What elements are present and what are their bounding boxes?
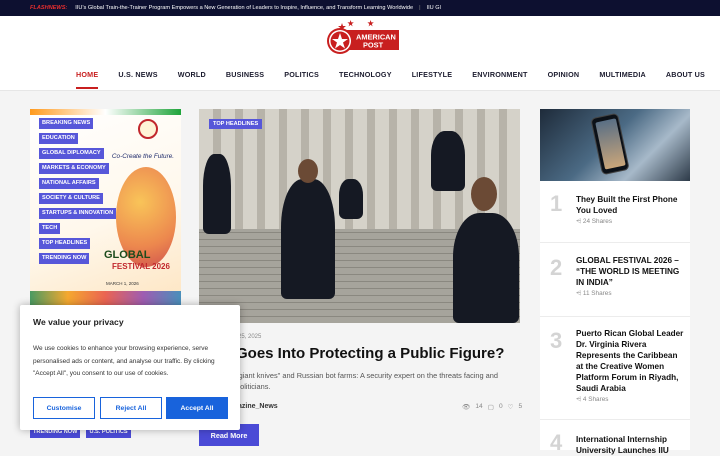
feature-author[interactable]: azine_News — [238, 403, 278, 410]
cookie-body: We use cookies to enhance your browsing … — [33, 345, 215, 377]
nav-about-us[interactable]: ABOUT US — [666, 70, 705, 89]
category-tag[interactable]: TRENDING NOW — [39, 253, 90, 264]
nav-environment[interactable]: ENVIRONMENT — [472, 70, 527, 89]
category-tag[interactable]: TECH — [39, 223, 61, 234]
feature-image[interactable] — [199, 109, 520, 323]
flash-news-label: FLASHNEWS: — [30, 5, 68, 11]
feature-category-tag[interactable]: TOP HEADLINES — [209, 119, 263, 129]
cookie-consent-dialog: We value your privacy We use cookies to … — [20, 305, 240, 430]
nav-lifestyle[interactable]: LIFESTYLE — [412, 70, 453, 89]
category-tag[interactable]: EDUCATION — [39, 133, 78, 144]
cookie-title: We value your privacy — [33, 317, 124, 327]
sidebar-title[interactable]: GLOBAL FESTIVAL 2026 – “THE WORLD IS MEE… — [576, 255, 684, 288]
category-tags: BREAKING NEWS EDUCATION GLOBAL DIPLOMACY… — [39, 118, 117, 264]
sidebar-rank: 3 — [550, 328, 563, 353]
feature-stats: 👁 14 ▢ 0 ♡ 5 — [462, 403, 522, 411]
sidebar-title[interactable]: They Built the First Phone You Loved — [576, 194, 684, 216]
comment-icon: ▢ — [487, 404, 494, 411]
poster-tricolor-stripe — [30, 109, 181, 115]
sidebar-item[interactable]: 4 International Internship University La… — [540, 420, 690, 455]
poster-subtitle: FESTIVAL 2026 — [112, 262, 170, 271]
person-figure — [203, 154, 231, 234]
views-count: 14 — [475, 403, 483, 410]
comments-count: 0 — [498, 403, 503, 410]
main-nav: HOME U.S. NEWS WORLD BUSINESS POLITICS T… — [76, 70, 705, 89]
category-tag[interactable]: BREAKING NEWS — [39, 118, 94, 129]
sidebar-rank: 4 — [550, 430, 563, 455]
site-header: AMERICAN POST HOME U.S. NEWS WORLD BUSIN… — [0, 16, 720, 91]
phone-graphic — [590, 112, 630, 176]
nav-business[interactable]: BUSINESS — [226, 70, 264, 89]
sidebar-item[interactable]: 1 They Built the First Phone You Loved ⩤… — [540, 181, 690, 243]
flash-news-bar: FLASHNEWS: IIU's Global Train-the-Traine… — [0, 0, 720, 16]
feature-headline[interactable]: Goes Into Protecting a Public Figure? — [236, 345, 504, 362]
poster-date: MARCH 1, 2026 — [106, 281, 139, 286]
sidebar-image[interactable] — [540, 109, 690, 181]
likes-count: 5 — [518, 403, 523, 410]
american-post-logo[interactable]: AMERICAN POST — [325, 20, 399, 62]
category-tag[interactable]: TOP HEADLINES — [39, 238, 91, 249]
person-figure — [453, 213, 519, 323]
sidebar-item[interactable]: 3 Puerto Rican Global Leader Dr. Virgini… — [540, 317, 690, 420]
nav-world[interactable]: WORLD — [178, 70, 206, 89]
sidebar-item[interactable]: 2 GLOBAL FESTIVAL 2026 – “THE WORLD IS M… — [540, 243, 690, 317]
person-head — [471, 177, 497, 211]
heart-icon[interactable]: ♡ — [508, 403, 514, 411]
emblem-icon — [138, 119, 158, 139]
sidebar-shares: ⩤ 11 Shares — [576, 290, 612, 297]
flash-separator: | — [419, 5, 421, 11]
reject-all-button[interactable]: Reject All — [100, 397, 162, 419]
flash-news-item[interactable]: IIU Gl — [427, 5, 441, 11]
category-tag[interactable]: SOCIETY & CULTURE — [39, 193, 103, 204]
sidebar-shares: ⩤ 24 Shares — [576, 218, 613, 225]
category-tag[interactable]: GLOBAL DIPLOMACY — [39, 148, 104, 159]
sidebar-rank: 2 — [550, 255, 563, 280]
customise-button[interactable]: Customise — [33, 397, 95, 419]
poster-tagline: Co-Create the Future. — [111, 153, 175, 160]
nav-politics[interactable]: POLITICS — [284, 70, 319, 89]
sidebar-rank: 1 — [550, 191, 563, 216]
person-figure — [339, 179, 363, 219]
eye-icon: 👁 — [462, 404, 471, 411]
feature-excerpt: "giant knives" and Russian bot farms: A … — [236, 371, 499, 391]
sidebar-title[interactable]: Puerto Rican Global Leader Dr. Virginia … — [576, 328, 684, 394]
flash-news-item[interactable]: IIU's Global Train-the-Trainer Program E… — [75, 5, 413, 11]
nav-home[interactable]: HOME — [76, 70, 99, 89]
nav-us-news[interactable]: U.S. NEWS — [118, 70, 157, 89]
sidebar-title[interactable]: International Internship University Laun… — [576, 434, 684, 456]
person-figure — [281, 179, 335, 299]
category-tag[interactable]: STARTUPS & INNOVATION — [39, 208, 117, 219]
sidebar-shares: ⩤ 4 Shares — [576, 396, 609, 403]
person-head — [298, 159, 318, 183]
feature-date: 25, 2025 — [238, 334, 262, 340]
logo-line2: POST — [363, 41, 384, 50]
nav-multimedia[interactable]: MULTIMEDIA — [599, 70, 646, 89]
nav-opinion[interactable]: OPINION — [548, 70, 580, 89]
nav-technology[interactable]: TECHNOLOGY — [339, 70, 392, 89]
category-tag[interactable]: MARKETS & ECONOMY — [39, 163, 109, 174]
person-figure — [431, 131, 465, 191]
accept-all-button[interactable]: Accept All — [166, 397, 228, 419]
category-tag[interactable]: NATIONAL AFFAIRS — [39, 178, 99, 189]
